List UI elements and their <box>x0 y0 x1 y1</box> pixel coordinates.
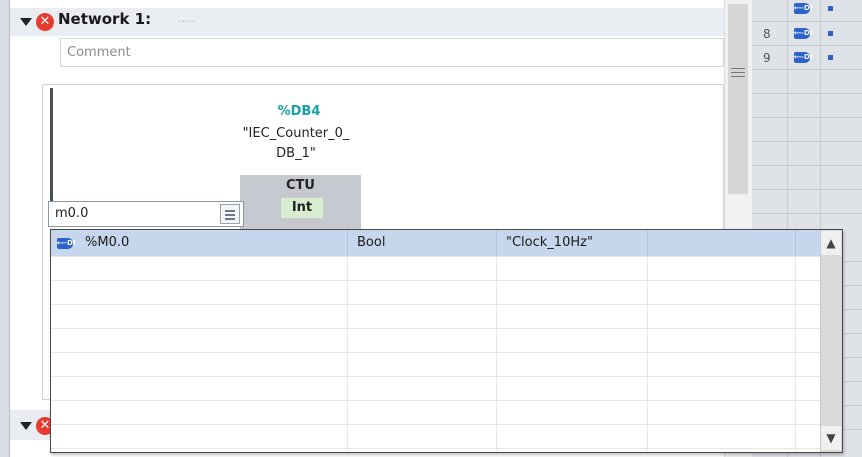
panel-row-divider <box>752 21 862 22</box>
tag-icon: ⟵DI <box>794 28 813 39</box>
suggestion-type: Bool <box>357 235 386 250</box>
scroll-up-icon[interactable]: ▲ <box>821 231 841 255</box>
row-divider <box>51 280 820 281</box>
error-icon: ✕ <box>36 13 54 31</box>
instance-db-label-line-2: DB_1" <box>276 146 316 161</box>
status-square-icon <box>828 6 833 11</box>
panel-row-divider <box>752 213 862 214</box>
operand-suggestion-list[interactable]: ⟵DI %M0.0 Bool "Clock_10Hz" ▲ ▼ <box>50 229 843 453</box>
instance-db-name[interactable]: %DB4 <box>234 104 364 119</box>
row-divider <box>51 424 820 425</box>
tag-icon: ⟵DI <box>794 52 813 63</box>
list-item[interactable]: ⟵DI %M0.0 Bool "Clock_10Hz" <box>51 230 820 256</box>
editor-left-rail <box>0 0 10 457</box>
column-divider <box>647 256 648 452</box>
panel-row-divider <box>752 93 862 94</box>
tag-icon: ⟵DI <box>794 3 813 14</box>
row-divider <box>51 304 820 305</box>
list-icon[interactable] <box>220 204 240 224</box>
network-title-field[interactable]: ..... <box>178 12 195 25</box>
panel-row-divider <box>752 165 862 166</box>
column-divider <box>496 230 497 256</box>
suggestion-name: "Clock_10Hz" <box>506 235 593 250</box>
suggestion-list-scrollbar[interactable] <box>820 230 842 452</box>
operand-input[interactable]: m0.0 <box>48 201 244 227</box>
row-divider <box>51 352 820 353</box>
data-type-selector[interactable]: Int <box>281 198 323 218</box>
row-divider <box>51 400 820 401</box>
network-comment-field[interactable]: Comment <box>60 38 724 67</box>
panel-row-number: 8 <box>763 27 771 41</box>
ctu-instruction-label: CTU <box>286 178 315 193</box>
column-divider <box>347 230 348 256</box>
instance-db-label-line-1: "IEC_Counter_0_ <box>242 126 350 141</box>
row-divider <box>51 376 820 377</box>
tag-icon: ⟵DI <box>57 238 76 249</box>
status-square-icon <box>828 55 833 60</box>
column-divider <box>347 256 348 452</box>
editor-scrollbar-thumb[interactable] <box>728 4 748 194</box>
status-square-icon <box>828 31 833 36</box>
panel-row-divider <box>752 141 862 142</box>
power-rail <box>50 88 53 208</box>
column-divider <box>647 230 648 256</box>
scroll-down-icon[interactable]: ▼ <box>821 426 841 450</box>
panel-row-divider <box>752 45 862 46</box>
triangle-down-icon[interactable] <box>20 18 32 26</box>
column-divider <box>795 230 796 256</box>
row-divider <box>51 256 820 257</box>
grip-icon[interactable] <box>731 68 745 78</box>
column-divider <box>795 256 796 452</box>
row-divider <box>51 448 820 449</box>
triangle-down-icon[interactable] <box>20 422 32 430</box>
network-title: Network 1: <box>58 10 152 28</box>
panel-row-divider <box>752 189 862 190</box>
suggestion-address: %M0.0 <box>85 235 130 250</box>
panel-row-divider <box>752 69 862 70</box>
panel-row-divider <box>752 117 862 118</box>
column-divider <box>496 256 497 452</box>
panel-row-number: 9 <box>763 51 771 65</box>
row-divider <box>51 328 820 329</box>
